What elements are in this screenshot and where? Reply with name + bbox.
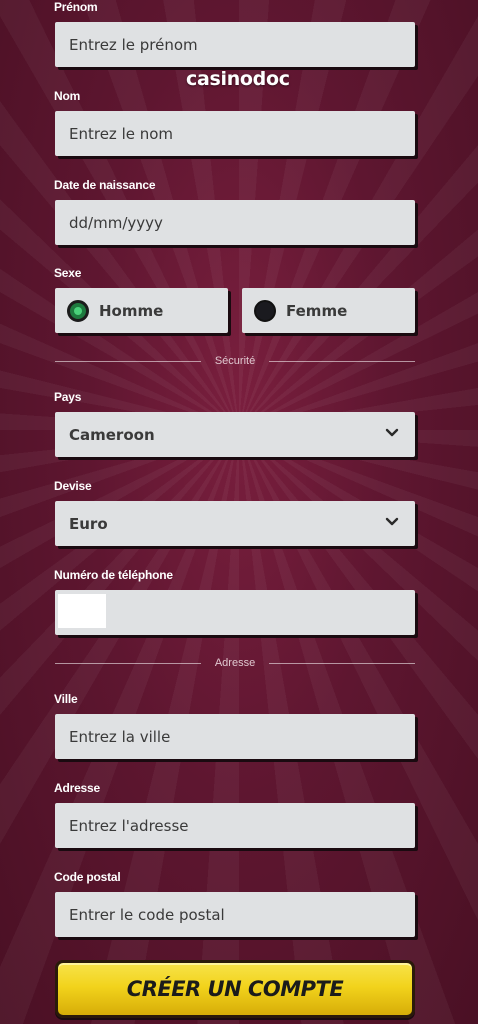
prenom-input[interactable]: Entrez le prénom — [55, 22, 415, 67]
section-divider-securite: Sécurité — [55, 354, 416, 368]
create-account-button[interactable]: CRÉER UN COMPTE — [55, 960, 415, 1018]
country-label: Pays — [54, 390, 82, 404]
birthdate-label: Date de naissance — [54, 178, 156, 192]
birthdate-input[interactable]: dd/mm/yyyy — [55, 200, 415, 245]
city-label: Ville — [54, 692, 78, 706]
gender-option-label: Femme — [286, 301, 348, 320]
address-input[interactable]: Entrez l'adresse — [55, 803, 415, 848]
currency-select[interactable]: Euro — [55, 501, 415, 546]
divider-line — [269, 360, 416, 362]
currency-value: Euro — [69, 514, 108, 533]
country-value: Cameroon — [69, 425, 155, 444]
phone-label: Numéro de téléphone — [54, 568, 173, 582]
section-divider-adresse: Adresse — [55, 656, 416, 670]
prenom-label: Prénom — [54, 0, 98, 14]
postal-code-label: Code postal — [54, 870, 121, 884]
section-title: Sécurité — [214, 355, 256, 367]
gender-option-label: Homme — [99, 301, 164, 320]
registration-form: Prénom Entrez le prénom casinodoc Nom En… — [0, 0, 478, 1024]
country-code-selector[interactable] — [58, 594, 106, 628]
currency-label: Devise — [54, 479, 92, 493]
gender-label: Sexe — [54, 266, 82, 280]
nom-label: Nom — [54, 89, 81, 103]
country-select[interactable]: Cameroon — [55, 412, 415, 457]
divider-line — [269, 662, 416, 664]
phone-input[interactable] — [55, 590, 415, 635]
gender-option-femme[interactable]: Femme — [242, 288, 415, 333]
chevron-down-icon — [385, 517, 399, 526]
section-title: Adresse — [214, 657, 256, 669]
radio-unchecked-icon[interactable] — [254, 299, 276, 322]
postal-code-input[interactable]: Entrer le code postal — [55, 892, 415, 937]
divider-line — [55, 360, 201, 362]
divider-line — [55, 662, 201, 664]
nom-input[interactable]: Entrez le nom — [55, 111, 415, 156]
chevron-down-icon — [385, 428, 399, 437]
gender-option-homme[interactable]: Homme — [55, 288, 228, 333]
city-input[interactable]: Entrez la ville — [55, 714, 415, 759]
address-label: Adresse — [54, 781, 100, 795]
radio-checked-icon[interactable] — [67, 299, 89, 322]
casinodoc-logo: casinodoc — [186, 68, 290, 90]
